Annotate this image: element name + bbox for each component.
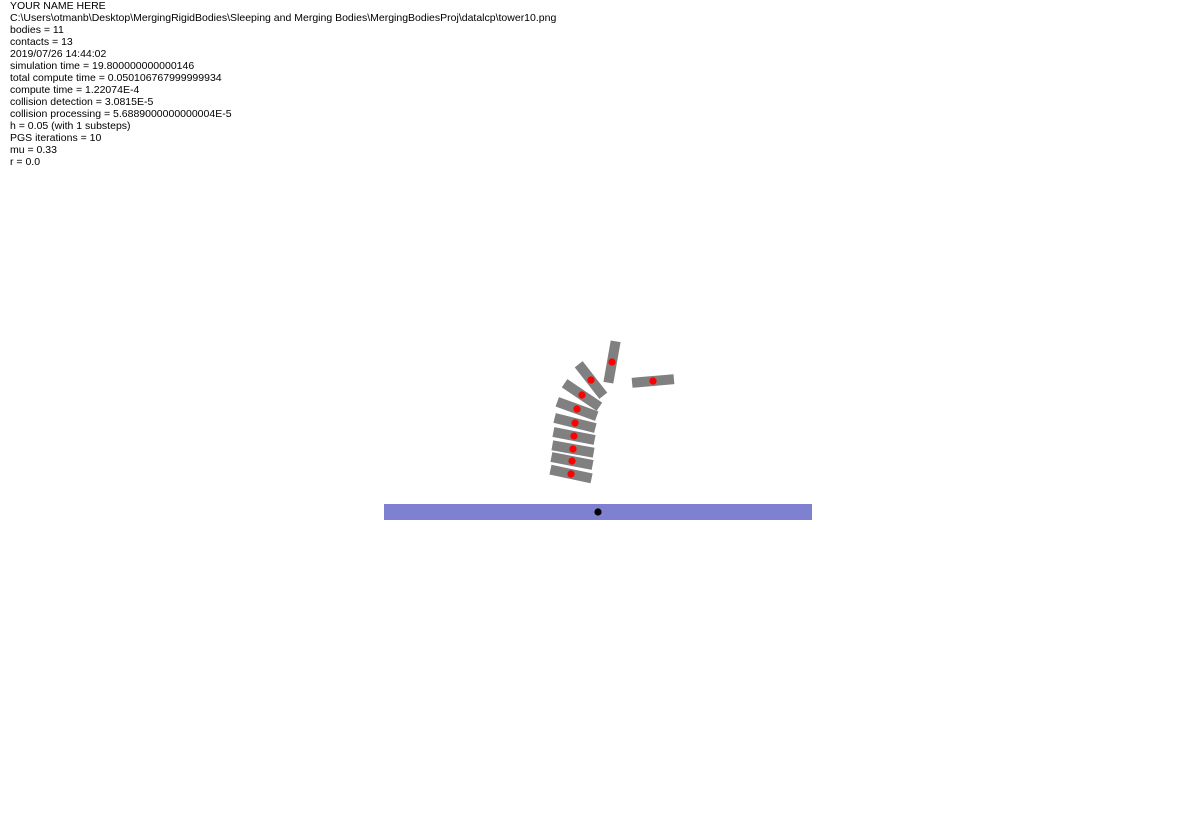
simulation-canvas[interactable] — [0, 0, 1196, 826]
tower-blocks — [549, 340, 675, 484]
block-body-9 — [603, 340, 621, 384]
ground-body — [384, 504, 812, 520]
block-body-10 — [631, 374, 675, 388]
ground-center-marker — [594, 508, 602, 516]
